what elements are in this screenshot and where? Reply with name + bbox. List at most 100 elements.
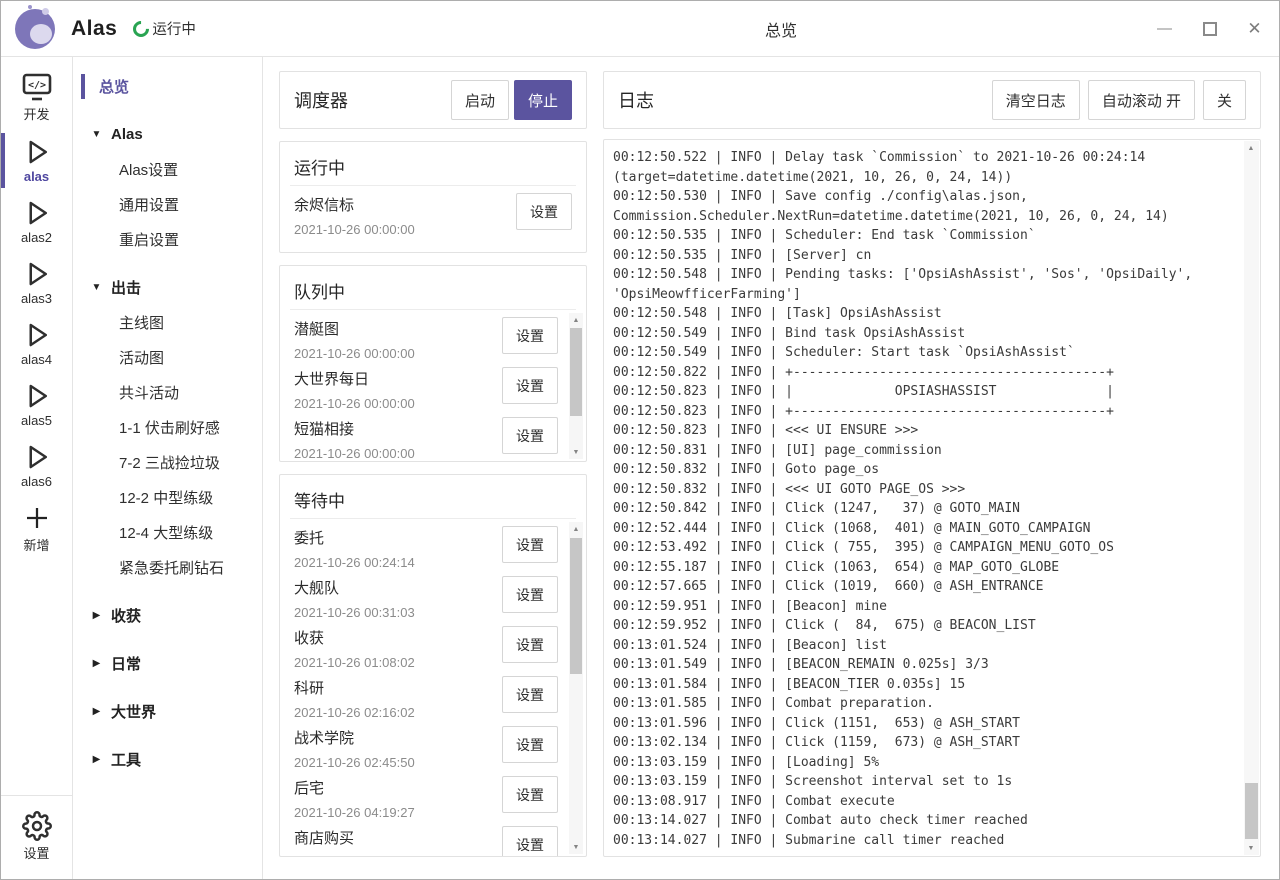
task-settings-button[interactable]: 设置 xyxy=(502,576,558,613)
menu-item-general-settings[interactable]: 通用设置 xyxy=(73,187,262,222)
log-title: 日志 xyxy=(618,87,654,113)
log-line: 00:12:50.522 | INFO | Delay task `Commis… xyxy=(613,148,1234,187)
scroll-down-icon[interactable]: ▼ xyxy=(569,445,583,459)
alas-logo-icon xyxy=(15,9,55,49)
menu-group-alas[interactable]: ▼Alas xyxy=(73,116,262,152)
scheduler-panel-header: 调度器 启动 停止 xyxy=(279,71,587,129)
scheduler-stop-button[interactable]: 停止 xyxy=(514,80,572,120)
log-line: 00:12:57.665 | INFO | Click (1019, 660) … xyxy=(613,577,1234,597)
rail-item-label: 新增 xyxy=(23,535,49,554)
log-line: 00:12:50.831 | INFO | [UI] page_commissi… xyxy=(613,441,1234,461)
rail-item-alas5[interactable]: alas5 xyxy=(1,374,72,435)
play-icon xyxy=(22,136,52,168)
log-scrollbar[interactable]: ▲ ▼ xyxy=(1244,141,1259,855)
autoscroll-toggle-button[interactable]: 自动滚动 开 xyxy=(1088,80,1195,120)
menu-item-urgent-commission[interactable]: 紧急委托刷钻石 xyxy=(73,550,262,585)
running-spinner-icon xyxy=(130,17,153,40)
rail-item-settings[interactable]: 设置 xyxy=(1,804,72,869)
rail-item-label: alas3 xyxy=(21,291,52,306)
plus-icon xyxy=(22,502,52,534)
minimize-button[interactable]: — xyxy=(1142,1,1187,56)
rail-item-alas2[interactable]: alas2 xyxy=(1,191,72,252)
task-settings-button[interactable]: 设置 xyxy=(502,676,558,713)
task-row: 后宅 2021-10-26 04:19:27 设置 xyxy=(294,772,586,822)
menu-item-overview[interactable]: 总览 xyxy=(73,69,262,104)
task-settings-button[interactable]: 设置 xyxy=(502,826,558,856)
scrollbar-thumb[interactable] xyxy=(570,538,582,674)
log-line: 00:12:50.842 | INFO | Click (1247, 37) @… xyxy=(613,499,1234,519)
maximize-icon xyxy=(1203,22,1217,36)
rail-item-add[interactable]: 新增 xyxy=(1,496,72,561)
scroll-up-icon[interactable]: ▲ xyxy=(569,522,583,536)
task-row: 科研 2021-10-26 02:16:02 设置 xyxy=(294,672,586,722)
log-line: 00:13:08.917 | INFO | Combat execute xyxy=(613,792,1234,812)
task-settings-button[interactable]: 设置 xyxy=(502,526,558,563)
log-output[interactable]: 00:12:50.522 | INFO | Delay task `Commis… xyxy=(603,139,1261,857)
log-line: 00:13:01.584 | INFO | [BEACON_TIER 0.035… xyxy=(613,675,1234,695)
caret-right-icon: ▶ xyxy=(91,754,102,765)
scrollbar-thumb[interactable] xyxy=(1245,783,1258,839)
rail-item-label: alas2 xyxy=(21,230,52,245)
task-settings-button[interactable]: 设置 xyxy=(502,417,558,454)
menu-group-opsi[interactable]: ▶大世界 xyxy=(73,693,262,729)
scheduler-status-text: 运行中 xyxy=(152,18,196,39)
maximize-button[interactable] xyxy=(1187,1,1232,56)
log-line: 00:12:55.187 | INFO | Click (1063, 654) … xyxy=(613,558,1234,578)
app-name: Alas xyxy=(71,17,117,41)
task-row: 短猫相接 2021-10-26 00:00:00 设置 xyxy=(294,413,586,461)
menu-item-12-2[interactable]: 12-2 中型练级 xyxy=(73,480,262,515)
menu-item-restart-settings[interactable]: 重启设置 xyxy=(73,222,262,257)
task-settings-button[interactable]: 设置 xyxy=(502,626,558,663)
log-line: 00:12:59.951 | INFO | [Beacon] mine xyxy=(613,597,1234,617)
menu-item-event-map[interactable]: 活动图 xyxy=(73,340,262,375)
task-settings-button[interactable]: 设置 xyxy=(502,367,558,404)
rail-item-alas3[interactable]: alas3 xyxy=(1,252,72,313)
close-button[interactable]: ✕ xyxy=(1232,1,1277,56)
log-line: 00:12:50.832 | INFO | <<< UI GOTO PAGE_O… xyxy=(613,480,1234,500)
waiting-scrollbar[interactable]: ▲ ▼ xyxy=(569,522,583,854)
rail-item-label: alas xyxy=(24,169,49,184)
log-panel-header: 日志 清空日志 自动滚动 开 关 xyxy=(603,71,1261,129)
scrollbar-thumb[interactable] xyxy=(570,328,582,416)
task-settings-button[interactable]: 设置 xyxy=(502,776,558,813)
log-line: 00:12:50.823 | INFO | +-----------------… xyxy=(613,402,1234,422)
waiting-card: 等待中 委托 2021-10-26 00:24:14 设置 大舰队 2021-1… xyxy=(279,474,587,857)
rail-item-alas6[interactable]: alas6 xyxy=(1,435,72,496)
scheduler-start-button[interactable]: 启动 xyxy=(451,80,509,120)
scroll-down-icon[interactable]: ▼ xyxy=(569,840,583,854)
menu-item-1-1[interactable]: 1-1 伏击刷好感 xyxy=(73,410,262,445)
menu-group-daily[interactable]: ▶日常 xyxy=(73,645,262,681)
task-settings-button[interactable]: 设置 xyxy=(502,317,558,354)
waiting-card-title: 等待中 xyxy=(290,475,576,519)
menu-item-alas-settings[interactable]: Alas设置 xyxy=(73,152,262,187)
menu-item-12-4[interactable]: 12-4 大型练级 xyxy=(73,515,262,550)
menu-item-raid[interactable]: 共斗活动 xyxy=(73,375,262,410)
autoscroll-off-button[interactable]: 关 xyxy=(1203,80,1246,120)
menu-group-sortie[interactable]: ▼出击 xyxy=(73,269,262,305)
task-settings-button[interactable]: 设置 xyxy=(516,193,572,230)
rail-item-alas4[interactable]: alas4 xyxy=(1,313,72,374)
task-settings-button[interactable]: 设置 xyxy=(502,726,558,763)
task-row: 委托 2021-10-26 00:24:14 设置 xyxy=(294,522,586,572)
menu-group-reward[interactable]: ▶收获 xyxy=(73,597,262,633)
rail-item-alas[interactable]: alas xyxy=(1,130,72,191)
menu-item-7-2[interactable]: 7-2 三战捡垃圾 xyxy=(73,445,262,480)
pending-scrollbar[interactable]: ▲ ▼ xyxy=(569,313,583,459)
menu-item-main-map[interactable]: 主线图 xyxy=(73,305,262,340)
log-line: 00:12:50.549 | INFO | Bind task OpsiAshA… xyxy=(613,324,1234,344)
log-line: 00:13:01.596 | INFO | Click (1151, 653) … xyxy=(613,714,1234,734)
task-row: 潜艇图 2021-10-26 00:00:00 设置 xyxy=(294,313,586,363)
caret-down-icon: ▼ xyxy=(91,129,102,140)
scroll-down-icon[interactable]: ▼ xyxy=(1244,841,1258,855)
menu-group-tools[interactable]: ▶工具 xyxy=(73,741,262,777)
log-line: 00:12:53.492 | INFO | Click ( 755, 395) … xyxy=(613,538,1234,558)
task-row: 大舰队 2021-10-26 00:31:03 设置 xyxy=(294,572,586,622)
rail-item-dev[interactable]: </> 开发 xyxy=(1,65,72,130)
clear-log-button[interactable]: 清空日志 xyxy=(992,80,1080,120)
scroll-up-icon[interactable]: ▲ xyxy=(569,313,583,327)
log-line: 00:12:50.823 | INFO | | OPSIASHASSIST | xyxy=(613,382,1234,402)
caret-right-icon: ▶ xyxy=(91,610,102,621)
play-icon xyxy=(22,258,52,290)
log-line: 00:12:52.444 | INFO | Click (1068, 401) … xyxy=(613,519,1234,539)
scroll-up-icon[interactable]: ▲ xyxy=(1244,141,1258,155)
